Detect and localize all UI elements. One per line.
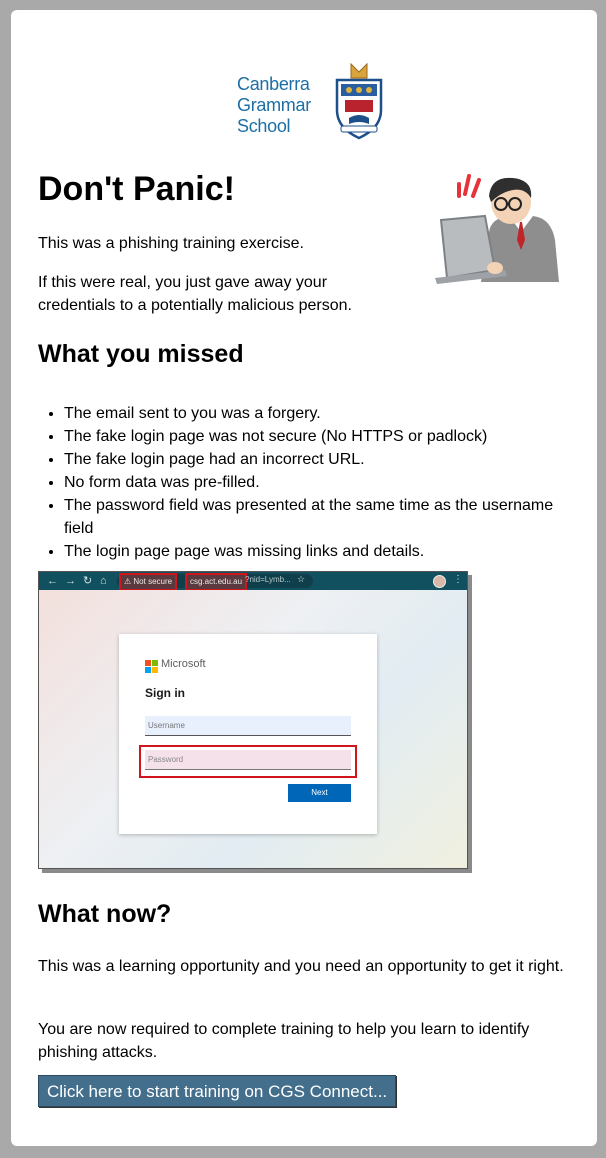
username-field: Username (145, 716, 351, 736)
home-icon: ⌂ (100, 575, 107, 587)
worried-worker-icon (435, 174, 559, 284)
password-field: Password (145, 750, 351, 770)
list-item: The login page page was missing links an… (64, 540, 564, 563)
not-secure-label: Not secure (133, 577, 173, 586)
intro-text-2: If this were real, you just gave away yo… (38, 274, 352, 314)
url-path: ?nid=Lymb... (245, 575, 291, 584)
content-card: Canberra Grammar School Don't Panic! Thi… (11, 10, 597, 1146)
browser-toolbar: ← → ↻ ⌂ ⚠ Not secure csg.act.edu.au ?nid… (39, 572, 467, 591)
crest-icon (335, 62, 383, 140)
next-button: Next (288, 784, 351, 802)
intro-text-1: This was a phishing training exercise. (38, 235, 304, 252)
signin-title: Sign in (145, 686, 185, 700)
list-item: The password field was presented at the … (64, 494, 564, 540)
page-title: Don't Panic! (38, 170, 235, 208)
not-secure-indicator: ⚠ Not secure (119, 573, 178, 591)
avatar (433, 575, 446, 588)
logo-line-1: Canberra (237, 74, 310, 94)
fake-login-screenshot: ← → ↻ ⌂ ⚠ Not secure csg.act.edu.au ?nid… (38, 571, 468, 869)
logo-wordmark: Canberra Grammar School (237, 74, 311, 137)
star-icon: ☆ (297, 574, 306, 584)
school-logo: Canberra Grammar School (235, 62, 395, 142)
list-item: The fake login page had an incorrect URL… (64, 448, 564, 471)
signin-card: Microsoft Sign in Username Password Next (119, 634, 377, 834)
list-item: The email sent to you was a forgery. (64, 402, 564, 425)
missed-heading: What you missed (38, 340, 244, 368)
missed-list: The email sent to you was a forgery. The… (38, 402, 564, 563)
reload-icon: ↻ (83, 575, 93, 587)
microsoft-brand: Microsoft (161, 658, 206, 670)
login-background: Microsoft Sign in Username Password Next (39, 590, 467, 868)
start-training-button[interactable]: Click here to start training on CGS Conn… (38, 1075, 397, 1107)
list-item: No form data was pre-filled. (64, 471, 564, 494)
domain-highlight: csg.act.edu.au (185, 573, 248, 591)
back-icon: ← (47, 575, 58, 587)
forward-icon: → (65, 575, 76, 587)
list-item: The fake login page was not secure (No H… (64, 425, 564, 448)
now-text-1: This was a learning opportunity and you … (38, 958, 564, 975)
kebab-menu-icon: ⋮ (453, 574, 463, 585)
warning-icon: ⚠ (124, 577, 132, 586)
now-text-2: You are now required to complete trainin… (38, 1021, 530, 1061)
logo-line-3: School (237, 116, 291, 136)
microsoft-logo-icon (145, 660, 158, 673)
now-heading: What now? (38, 900, 172, 928)
logo-line-2: Grammar (237, 95, 311, 115)
